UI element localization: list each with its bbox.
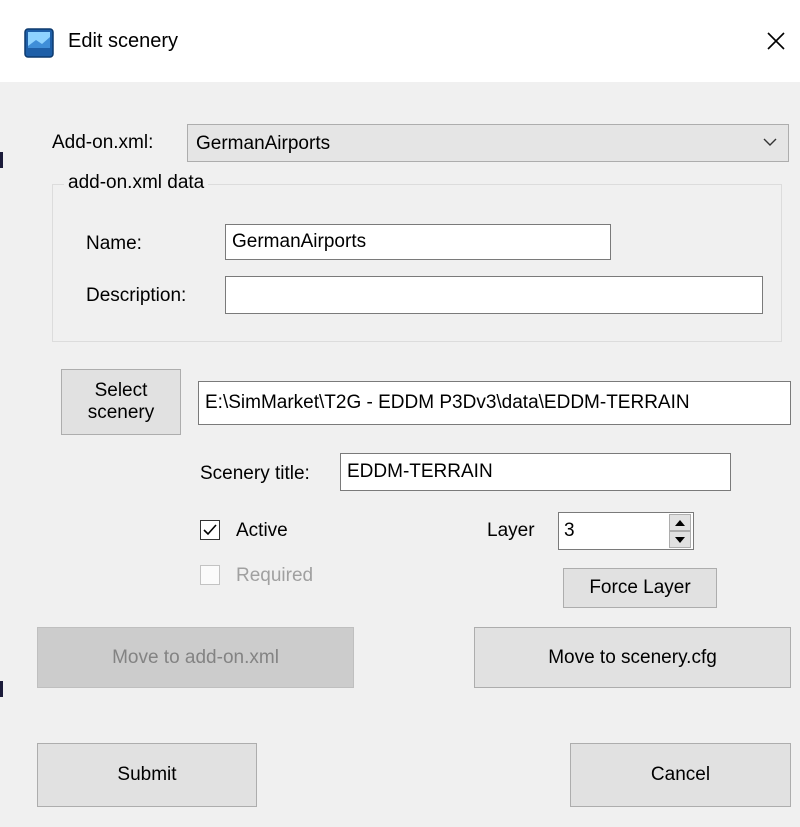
description-input[interactable] (225, 276, 763, 314)
name-input[interactable]: GermanAirports (225, 224, 611, 260)
scenery-title-input[interactable]: EDDM-TERRAIN (340, 453, 731, 491)
submit-button[interactable]: Submit (37, 743, 257, 807)
window-title: Edit scenery (68, 30, 179, 52)
addon-selected-value: GermanAirports (196, 133, 331, 154)
layer-label: Layer (487, 520, 535, 541)
window-edge-mark (0, 681, 3, 697)
window-edge-mark (0, 152, 3, 168)
name-label: Name: (86, 233, 142, 254)
caret-up-icon (675, 519, 685, 526)
select-scenery-button[interactable]: Select scenery (61, 369, 181, 435)
force-layer-button[interactable]: Force Layer (563, 568, 717, 608)
edit-scenery-dialog: Edit scenery Add-on.xml: GermanAirports … (0, 0, 800, 827)
required-label: Required (236, 565, 314, 586)
layer-spin-down-button[interactable] (669, 531, 691, 548)
move-to-scenery-button[interactable]: Move to scenery.cfg (474, 627, 791, 688)
scenery-path-input[interactable]: E:\SimMarket\T2G - EDDM P3Dv3\data\EDDM-… (198, 381, 791, 425)
addon-label: Add-on.xml: (52, 132, 154, 153)
caret-down-icon (675, 536, 685, 543)
active-label: Active (236, 520, 288, 541)
addon-data-group (52, 184, 782, 342)
close-button[interactable] (752, 18, 800, 64)
chevron-down-icon (763, 138, 777, 146)
description-label: Description: (86, 285, 187, 306)
required-checkbox[interactable] (200, 565, 220, 585)
title-bar[interactable]: Edit scenery (0, 0, 800, 82)
active-checkbox[interactable] (200, 520, 220, 540)
move-to-addon-button[interactable]: Move to add-on.xml (37, 627, 354, 688)
app-icon (24, 28, 54, 58)
cancel-button[interactable]: Cancel (570, 743, 791, 807)
checkmark-icon (203, 524, 217, 536)
close-icon (767, 32, 785, 50)
layer-spin-up-button[interactable] (669, 514, 691, 531)
addon-select[interactable]: GermanAirports (187, 124, 789, 162)
addon-data-group-caption: add-on.xml data (64, 172, 209, 194)
select-scenery-button-label: Select scenery (87, 380, 155, 423)
scenery-title-label: Scenery title: (200, 463, 310, 484)
